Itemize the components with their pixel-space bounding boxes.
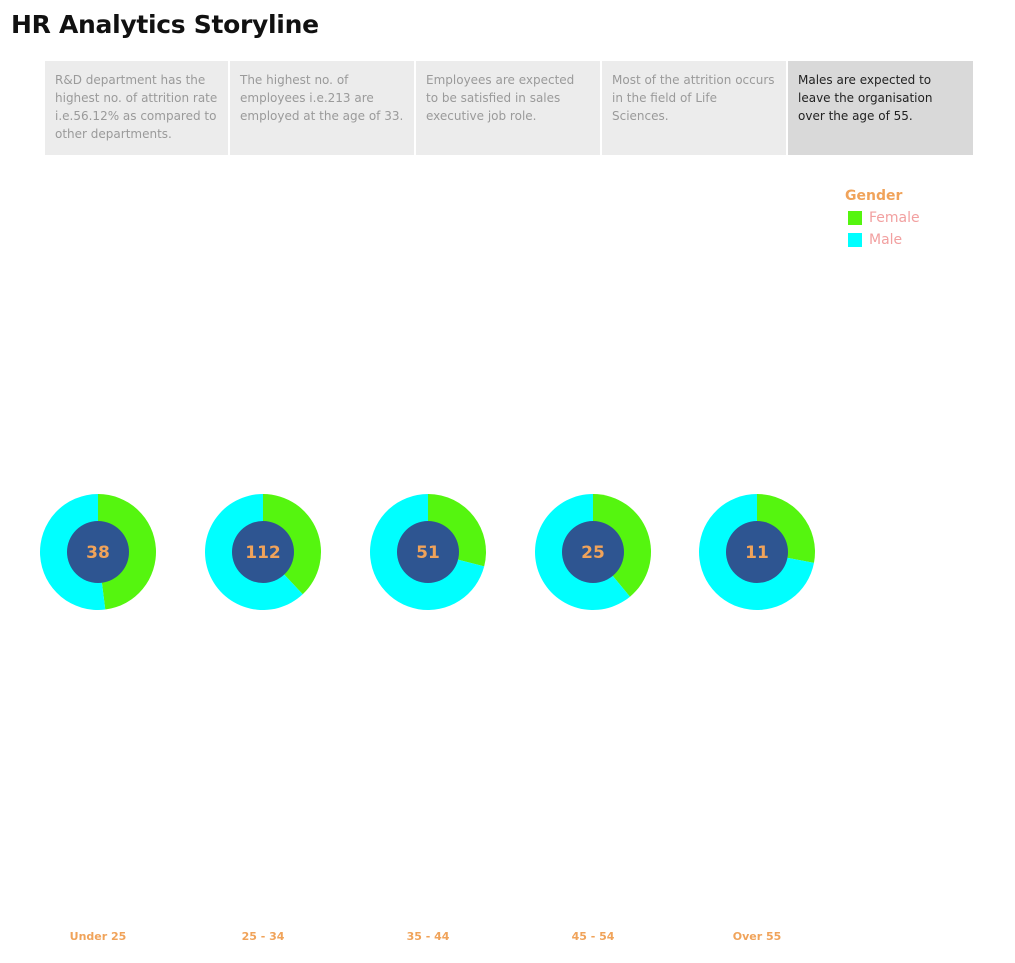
- category-label-2: 25 - 34: [242, 930, 285, 943]
- category-label-3: 35 - 44: [407, 930, 450, 943]
- total-label-4: 25: [581, 543, 605, 563]
- total-label-2: 112: [245, 543, 281, 563]
- donut-chart: 38 Under 25 112 25 - 34 51 35 - 44 25 45 - 54 11…: [40, 494, 815, 943]
- category-label-5: Over 55: [733, 930, 782, 943]
- category-label-1: Under 25: [70, 930, 127, 943]
- total-label-1: 38: [86, 543, 110, 563]
- category-label-4: 45 - 54: [572, 930, 615, 943]
- total-label-5: 11: [745, 543, 769, 563]
- total-label-3: 51: [416, 543, 440, 563]
